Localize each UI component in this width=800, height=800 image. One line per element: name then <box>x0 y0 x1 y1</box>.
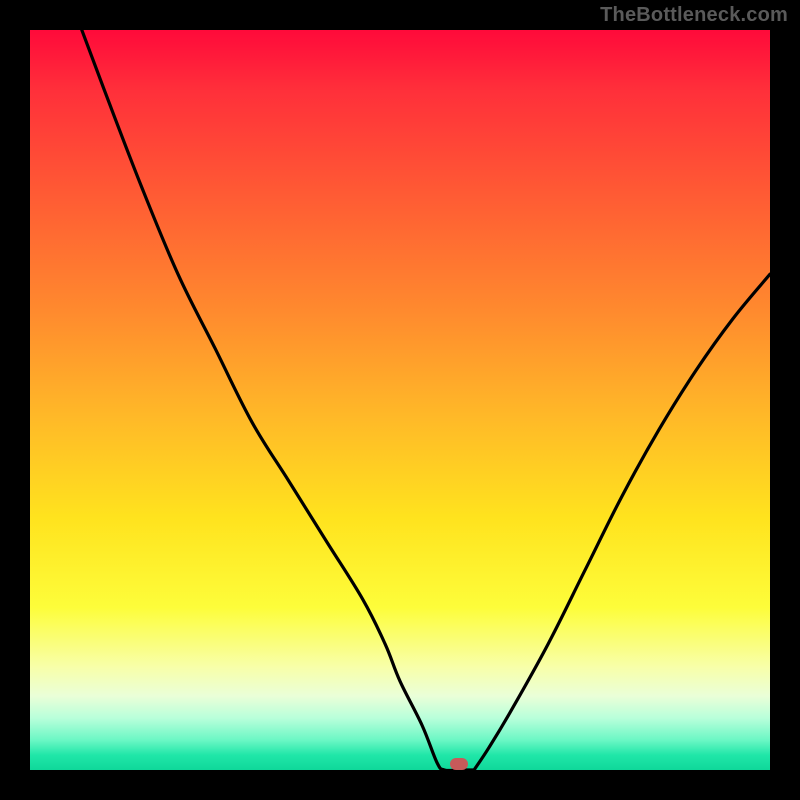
plot-area <box>30 30 770 770</box>
watermark-text: TheBottleneck.com <box>600 4 788 27</box>
chart-frame: TheBottleneck.com <box>0 0 800 800</box>
curve-path <box>82 30 770 770</box>
bottleneck-curve <box>30 30 770 770</box>
optimal-point-marker <box>450 758 468 770</box>
